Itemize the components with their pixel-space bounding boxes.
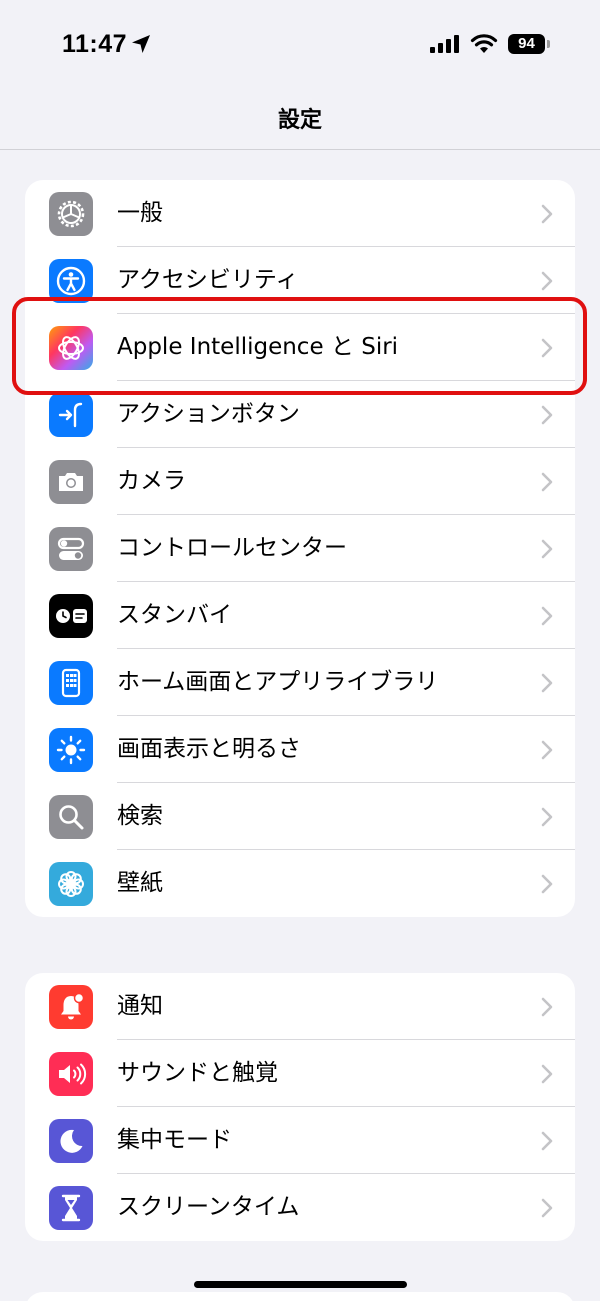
hourglass-icon [49, 1186, 93, 1230]
home-indicator[interactable] [194, 1281, 407, 1288]
settings-row-notifications[interactable]: 通知 [25, 973, 575, 1040]
row-label: 集中モード [117, 1127, 232, 1153]
chevron-right-icon [541, 405, 553, 425]
page-title: 設定 [277, 108, 322, 133]
notifications-icon [49, 985, 93, 1029]
settings-row-standby[interactable]: スタンバイ [25, 582, 575, 649]
gear-icon [49, 192, 93, 236]
settings-row-wallpaper[interactable]: 壁紙 [25, 850, 575, 917]
battery-indicator: 94 [508, 34, 545, 54]
standby-icon [49, 594, 93, 638]
focus-moon-icon [49, 1119, 93, 1163]
row-label: 壁紙 [117, 870, 163, 896]
chevron-right-icon [541, 740, 553, 760]
chevron-right-icon [541, 472, 553, 492]
chevron-right-icon [541, 1064, 553, 1084]
row-label: ホーム画面とアプリライブラリ [117, 669, 439, 695]
chevron-right-icon [541, 673, 553, 693]
battery-cap [547, 40, 550, 48]
row-label: 画面表示と明るさ [117, 736, 301, 762]
sounds-icon [49, 1052, 93, 1096]
navigation-header: 設定 [0, 90, 600, 150]
chevron-right-icon [541, 1131, 553, 1151]
chevron-right-icon [541, 997, 553, 1017]
chevron-right-icon [541, 539, 553, 559]
control-center-icon [49, 527, 93, 571]
status-time: 11:47 [62, 30, 128, 58]
settings-group-general: 一般 アクセシビリティ Apple Intelligence と Siri アク… [25, 180, 575, 917]
row-label: スタンバイ [117, 602, 232, 628]
chevron-right-icon [541, 271, 553, 291]
row-label: サウンドと触覚 [117, 1060, 278, 1086]
wallpaper-icon [49, 862, 93, 906]
status-bar: 11:47 94 [0, 0, 600, 90]
settings-row-search[interactable]: 検索 [25, 783, 575, 850]
chevron-right-icon [541, 1198, 553, 1218]
chevron-right-icon [541, 606, 553, 626]
settings-group-notifications: 通知 サウンドと触覚 集中モード スクリーンタイム [25, 973, 575, 1241]
settings-row-home-screen[interactable]: ホーム画面とアプリライブラリ [25, 649, 575, 716]
location-arrow-icon [132, 35, 150, 53]
wifi-icon [470, 34, 498, 53]
settings-row-general[interactable]: 一般 [25, 180, 575, 247]
chevron-right-icon [541, 807, 553, 827]
chevron-right-icon [541, 874, 553, 894]
home-screen-icon [49, 661, 93, 705]
settings-group-next-peek [25, 1292, 575, 1301]
settings-row-camera[interactable]: カメラ [25, 448, 575, 515]
settings-row-sounds-haptics[interactable]: サウンドと触覚 [25, 1040, 575, 1107]
settings-row-display-brightness[interactable]: 画面表示と明るさ [25, 716, 575, 783]
settings-row-control-center[interactable]: コントロールセンター [25, 515, 575, 582]
row-label: コントロールセンター [117, 535, 347, 561]
camera-icon [49, 460, 93, 504]
row-label: 検索 [117, 803, 163, 829]
brightness-icon [49, 728, 93, 772]
highlight-annotation-box [12, 297, 587, 395]
chevron-right-icon [541, 204, 553, 224]
row-label: スクリーンタイム [117, 1194, 300, 1220]
cellular-signal-icon [430, 35, 459, 53]
row-label: 通知 [117, 993, 163, 1019]
row-label: カメラ [117, 468, 186, 494]
action-button-icon [49, 393, 93, 437]
settings-row-screen-time[interactable]: スクリーンタイム [25, 1174, 575, 1241]
search-icon [49, 795, 93, 839]
settings-row-focus[interactable]: 集中モード [25, 1107, 575, 1174]
row-label: 一般 [117, 200, 163, 226]
